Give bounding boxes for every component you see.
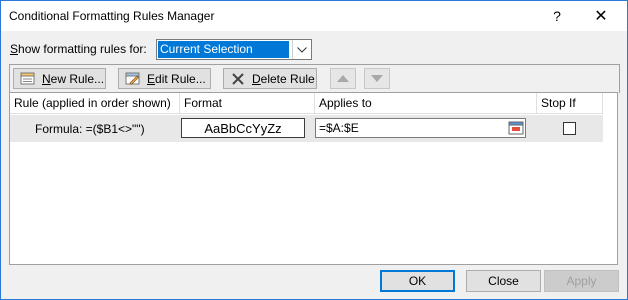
title-bar: Conditional Formatting Rules Manager ? ✕ [1, 1, 627, 31]
show-rules-accesskey: S [10, 42, 19, 56]
rules-toolbar: New Rule... Edit Rule... Delete Rule [9, 64, 620, 93]
rules-table: Rule (applied in order shown) Format App… [9, 92, 618, 265]
chevron-down-icon[interactable] [292, 40, 311, 59]
conditional-formatting-dialog: Conditional Formatting Rules Manager ? ✕… [0, 0, 628, 300]
show-rules-label-text: how formatting rules for: [18, 42, 147, 56]
show-rules-label: Show formatting rules for: [10, 42, 147, 56]
format-preview: AaBbCcYyZz [181, 118, 305, 138]
column-header-applies-to: Applies to [315, 93, 537, 114]
stop-if-true-checkbox[interactable] [563, 122, 576, 135]
edit-rule-label: dit Rule... [155, 71, 206, 86]
applies-to-input[interactable]: =$A:$E [315, 118, 526, 138]
apply-button[interactable]: Apply [544, 270, 619, 292]
delete-rule-button[interactable]: Delete Rule [223, 68, 317, 89]
close-button[interactable]: Close [466, 270, 541, 292]
table-row[interactable]: Formula: =($B1<>"") AaBbCcYyZz =$A:$E [10, 115, 603, 142]
collapse-dialog-icon[interactable] [508, 120, 524, 136]
new-rule-accesskey: N [42, 71, 51, 86]
close-icon[interactable]: ✕ [583, 1, 619, 31]
dialog-title: Conditional Formatting Rules Manager [9, 9, 215, 23]
rule-description: Formula: =($B1<>"") [35, 122, 145, 136]
arrow-down-icon [371, 75, 383, 82]
column-header-stop-if-true: Stop If True [537, 93, 603, 131]
new-rule-icon [20, 72, 36, 86]
show-rules-dropdown[interactable]: Current Selection [156, 39, 312, 60]
ok-button[interactable]: OK [380, 270, 455, 292]
column-header-format: Format [180, 93, 315, 114]
edit-rule-accesskey: E [147, 71, 156, 86]
edit-rule-button[interactable]: Edit Rule... [118, 68, 211, 89]
table-scroll-area [603, 93, 617, 264]
column-header-rule: Rule (applied in order shown) [10, 93, 180, 114]
show-rules-selected-value: Current Selection [158, 41, 289, 58]
new-rule-button[interactable]: New Rule... [13, 68, 106, 89]
move-up-button[interactable] [330, 68, 356, 89]
move-down-button[interactable] [364, 68, 390, 89]
arrow-up-icon [337, 75, 349, 82]
new-rule-label: ew Rule... [50, 71, 105, 86]
delete-rule-label: elete Rule [260, 71, 315, 86]
delete-rule-accesskey: D [252, 71, 261, 86]
delete-x-icon [230, 72, 246, 86]
help-button[interactable]: ? [539, 1, 575, 31]
edit-rule-icon [125, 72, 141, 86]
applies-to-value: =$A:$E [319, 121, 359, 135]
